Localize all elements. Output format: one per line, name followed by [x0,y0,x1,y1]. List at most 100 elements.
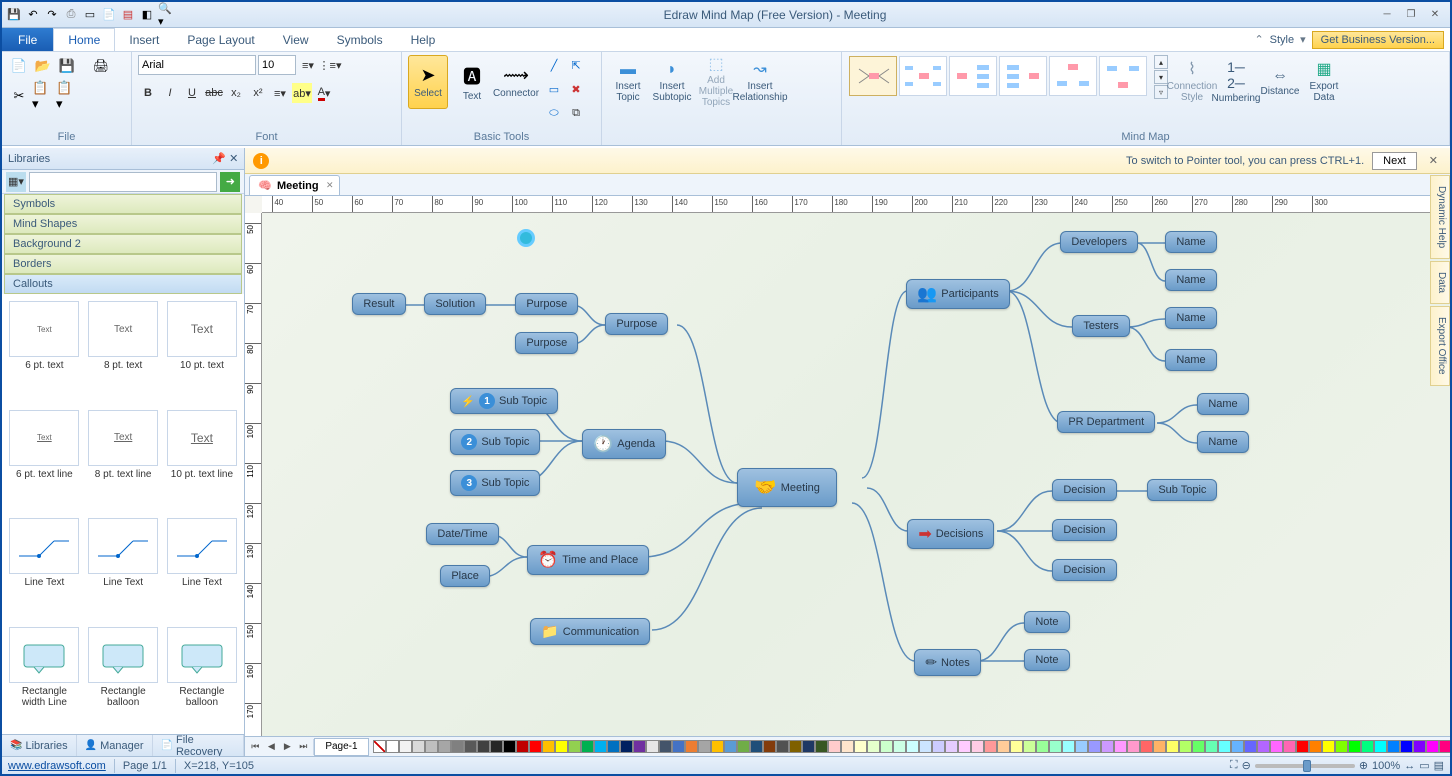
new-file-icon[interactable]: 📄 [8,55,30,77]
mindmap-node[interactable]: ✏Notes [914,649,980,676]
color-swatch[interactable] [516,740,529,753]
color-swatch[interactable] [1010,740,1023,753]
tab-insert[interactable]: Insert [115,28,173,51]
color-swatch[interactable] [490,740,503,753]
mindmap-node[interactable]: Developers [1060,231,1138,253]
color-swatch[interactable] [542,740,555,753]
print-icon[interactable]: ⎙ [63,7,79,23]
mindmap-node[interactable]: Purpose [515,332,578,354]
color-swatch[interactable] [1348,740,1361,753]
zoom-slider[interactable] [1255,764,1355,768]
mindmap-node[interactable]: Note [1024,611,1069,633]
color-swatch[interactable] [997,740,1010,753]
color-swatch[interactable] [698,740,711,753]
color-swatch[interactable] [750,740,763,753]
connection-style-button[interactable]: ⌇Connection Style [1172,55,1212,109]
insert-topic-button[interactable]: ▬Insert Topic [608,55,648,109]
lib-grid-icon[interactable]: ▦▾ [6,172,26,192]
color-swatch[interactable] [451,740,464,753]
font-color-icon[interactable]: A▾ [314,83,334,103]
mindmap-node[interactable]: Name [1165,307,1216,329]
mindmap-node[interactable]: 2Sub Topic [450,429,540,455]
collapse-ribbon-icon[interactable]: ⌃ [1254,33,1263,46]
mindmap-node[interactable]: Testers [1072,315,1129,337]
lib-shape-item[interactable]: Text6 pt. text [6,298,83,405]
mindmap-node[interactable]: 👥Participants [906,279,1009,309]
lib-category[interactable]: Symbols [4,194,242,214]
doc-tab-meeting[interactable]: 🧠 Meeting ✕ [249,175,339,195]
lib-shape-item[interactable]: Text8 pt. text line [85,407,162,514]
undo-icon[interactable]: ↶ [25,7,41,23]
color-swatch[interactable] [438,740,451,753]
color-swatch[interactable] [646,740,659,753]
mindmap-node[interactable]: Decision [1052,559,1116,581]
restore-button[interactable]: ❐ [1400,7,1422,23]
mindmap-node[interactable]: Note [1024,649,1069,671]
layout-preset-1[interactable] [849,56,897,96]
color-swatch[interactable] [1322,740,1335,753]
lib-shape-item[interactable]: Rectangle width Line [6,624,83,731]
open-icon[interactable]: 📂 [32,55,54,77]
color-swatch[interactable] [1374,740,1387,753]
mindmap-node[interactable]: PR Department [1057,411,1155,433]
color-swatch[interactable] [1244,740,1257,753]
color-swatch[interactable] [607,740,620,753]
strike-button[interactable]: abc [204,83,224,103]
save-file-icon[interactable]: 💾 [56,55,78,77]
color-swatch[interactable] [425,740,438,753]
mindmap-node[interactable]: 🕐Agenda [582,429,666,459]
color-swatch[interactable] [1114,740,1127,753]
insert-relationship-button[interactable]: ↝Insert Relationship [740,55,780,109]
lib-tab-libraries[interactable]: 📚Libraries [2,735,77,756]
mindmap-node[interactable]: ➡Decisions [907,519,994,549]
color-swatch[interactable] [1192,740,1205,753]
side-tab-data[interactable]: Data [1430,261,1450,304]
lib-shape-item[interactable]: Text6 pt. text line [6,407,83,514]
select-tool[interactable]: ➤Select [408,55,448,109]
style-link[interactable]: Style [1270,34,1294,46]
close-button[interactable]: ✕ [1424,7,1446,23]
distance-button[interactable]: ⇔Distance [1260,55,1300,109]
side-tab-export[interactable]: Export Office [1430,306,1450,386]
new-icon[interactable]: ▭ [82,7,98,23]
mindmap-node[interactable]: Name [1165,231,1216,253]
color-swatch[interactable] [919,740,932,753]
connector-tool[interactable]: ⟿Connector [496,55,536,109]
insert-subtopic-button[interactable]: ◗Insert Subtopic [652,55,692,109]
mindmap-node[interactable]: Name [1165,269,1216,291]
hint-next-button[interactable]: Next [1372,152,1417,170]
highlight-icon[interactable]: ab▾ [292,83,312,103]
color-swatch[interactable] [1426,740,1439,753]
color-swatch[interactable] [1413,740,1426,753]
options-icon[interactable]: ◧ [139,7,155,23]
mindmap-node[interactable]: Solution [424,293,486,315]
color-swatch[interactable] [789,740,802,753]
mindmap-node[interactable]: ⏰Time and Place [527,545,649,575]
page-next-icon[interactable]: ▶ [279,739,295,755]
bold-button[interactable]: B [138,83,158,103]
color-swatch[interactable] [1153,740,1166,753]
mindmap-node[interactable]: ⚡1Sub Topic [450,388,558,414]
color-swatch[interactable] [867,740,880,753]
color-swatch[interactable] [1218,740,1231,753]
color-swatch[interactable] [1205,740,1218,753]
tab-help[interactable]: Help [397,28,450,51]
list-icon[interactable]: ⋮≡▾ [320,55,340,75]
color-swatch[interactable] [841,740,854,753]
color-swatch[interactable] [1296,740,1309,753]
color-swatch[interactable] [1062,740,1075,753]
mindmap-node[interactable]: Name [1197,393,1248,415]
mindmap-node[interactable]: Purpose [605,313,668,335]
layout-preset-4[interactable] [999,56,1047,96]
subscript-button[interactable]: x₂ [226,83,246,103]
fullscreen-icon[interactable]: ⛶ [1230,759,1238,772]
search-icon[interactable]: 🔍▾ [158,7,174,23]
mindmap-node[interactable]: Place [440,565,490,587]
canvas-page[interactable]: 🤝MeetingPurposePurposePurposeSolutionRes… [262,213,1450,736]
text-tool[interactable]: 🅰Text [452,55,492,109]
copy-icon[interactable]: 📋▾ [32,85,54,107]
color-swatch[interactable] [503,740,516,753]
tab-view[interactable]: View [269,28,323,51]
layout-preset-2[interactable] [899,56,947,96]
doc-icon[interactable]: 📄 [101,7,117,23]
